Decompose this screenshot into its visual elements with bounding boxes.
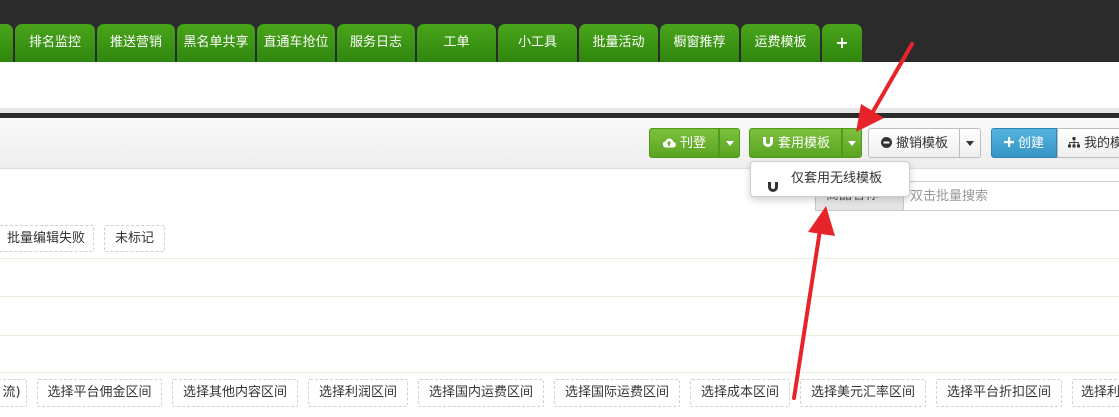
red-arrow-icon [856, 42, 914, 132]
annotation-arrows [792, 42, 914, 400]
red-arrow-icon [792, 206, 835, 400]
